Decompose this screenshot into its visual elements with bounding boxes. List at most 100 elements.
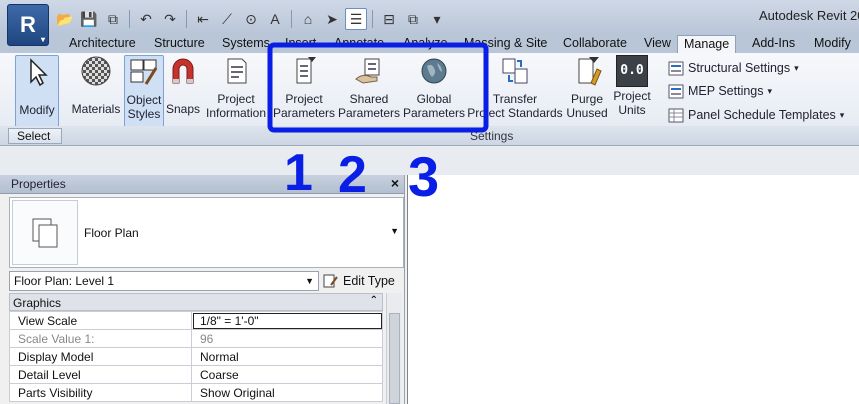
structural-settings-button[interactable]: Structural Settings ▾ [668,59,799,77]
property-name: Parts Visibility [9,383,192,402]
materials-sphere-icon [81,56,111,86]
property-row: Scale Value 1: 96 [9,329,383,348]
project-information-icon [227,58,247,84]
property-value[interactable]: Normal [191,347,383,366]
sync-icon[interactable]: ⧉ [102,8,124,30]
panel-schedule-icon [668,108,684,122]
property-value[interactable]: Show Original [191,383,383,402]
tab-insert[interactable]: Insert [279,35,322,53]
tab-modify[interactable]: Modify [808,35,857,53]
tab-massing-site[interactable]: Massing & Site [458,35,553,53]
property-value: 96 [191,329,383,348]
collapse-icon[interactable]: ⌃ [370,295,378,306]
customize-qat-icon[interactable]: ▾ [426,8,448,30]
app-letter: R [20,12,36,37]
instance-row: Floor Plan: Level 1 ▼ Edit Type [9,271,404,291]
properties-scrollbar[interactable] [386,293,402,404]
tab-architecture[interactable]: Architecture [63,35,142,53]
properties-header: Properties × [0,175,404,194]
3d-view-icon[interactable]: ⌂ [297,8,319,30]
property-value[interactable]: Coarse [191,365,383,384]
options-bar [0,147,859,175]
edit-type-button[interactable]: Edit Type [323,271,395,291]
toolbar-separator [129,10,130,28]
ribbon-panel-manage: Modify Materials Object Styles Snaps Pro… [0,53,859,130]
switch-windows-icon[interactable]: ⧉ [402,8,424,30]
ribbon-panel-labels: Select ▾ Settings [0,126,859,156]
redo-icon[interactable]: ↷ [159,8,181,30]
global-parameters-button[interactable]: Global Parameters [402,55,466,127]
property-row: Display Model Normal [9,347,383,366]
type-name: Floor Plan [84,226,139,240]
section-icon[interactable]: ➤ [321,8,343,30]
tab-systems[interactable]: Systems [216,35,276,53]
units-icon: 0.0 [616,55,648,87]
tab-manage[interactable]: Manage [677,35,737,53]
toolbar-separator [291,10,292,28]
structural-settings-icon [668,61,684,75]
property-name: Detail Level [9,365,192,384]
tag-icon[interactable]: ⊙ [240,8,262,30]
chevron-down-icon: ▾ [839,109,845,120]
modify-button[interactable]: Modify [15,55,59,127]
floor-plan-thumbnail [12,200,78,265]
transfer-project-standards-button[interactable]: Transfer Project Standards [467,55,563,127]
property-row: Parts Visibility Show Original [9,383,383,402]
cursor-arrow-icon [30,58,48,87]
mep-settings-icon [668,84,684,98]
properties-table: View Scale 1/8" = 1'-0" Scale Value 1: 96 Di… [9,311,383,402]
select-panel-dropdown[interactable]: Select ▾ [8,128,62,156]
property-value[interactable]: 1/8" = 1'-0" [191,311,383,330]
property-name: Scale Value 1: [9,329,192,348]
close-hidden-icon[interactable]: ⊟ [378,8,400,30]
purge-icon [578,57,602,86]
title-bar: R ▾ 📂💾⧉↶↷⇤⟋⊙A⌂➤☰⊟⧉▾ Autodesk Revit 201 [0,0,859,46]
globe-icon [421,58,447,84]
materials-button[interactable]: Materials [69,55,123,127]
section-header-graphics[interactable]: Graphics ⌃ [9,293,383,311]
project-parameters-button[interactable]: Project Parameters [272,55,336,127]
property-name: View Scale [9,311,192,330]
settings-panel-label: Settings [470,129,514,143]
project-information-button[interactable]: Project Information [203,55,269,127]
object-styles-button[interactable]: Object Styles [124,55,164,127]
thin-lines-icon[interactable]: ☰ [345,8,367,30]
dimension-icon[interactable]: ⟋ [216,8,238,30]
tab-structure[interactable]: Structure [148,35,211,53]
magnet-icon [172,58,194,84]
shared-parameters-icon [355,58,380,84]
tab-add-ins[interactable]: Add-Ins [746,35,801,53]
drawing-canvas[interactable] [407,175,859,404]
close-icon[interactable]: × [391,175,399,191]
properties-title: Properties [11,177,66,191]
tab-collaborate[interactable]: Collaborate [557,35,633,53]
open-icon[interactable]: 📂 [54,8,76,30]
transfer-standards-icon [502,58,528,84]
mep-settings-button[interactable]: MEP Settings ▾ [668,82,772,100]
text-icon[interactable]: A [264,8,286,30]
chevron-down-icon: ▼ [305,276,314,286]
property-row: View Scale 1/8" = 1'-0" [9,311,383,330]
type-selector[interactable]: Floor Plan ▼ [9,197,404,268]
shared-parameters-button[interactable]: Shared Parameters [337,55,401,127]
tab-analyze[interactable]: Analyze [397,35,453,53]
project-units-button[interactable]: 0.0 Project Units [610,55,654,127]
snaps-button[interactable]: Snaps [165,55,201,127]
application-menu-button[interactable]: R ▾ [7,4,49,46]
panel-schedule-templates-button[interactable]: Panel Schedule Templates ▾ [668,106,844,124]
purge-unused-button[interactable]: Purge Unused [564,55,610,127]
properties-palette: Properties × Floor Plan ▼ Floor Plan: Le… [0,175,405,404]
tab-view[interactable]: View [638,35,677,53]
quick-access-toolbar: 📂 💾 ⧉ ↶ ↷ ⇤ ⟋ ⊙ A ⌂ ➤ ☰ ⊟ ⧉ ▾ [54,7,448,31]
scrollbar-thumb[interactable] [389,313,400,404]
tab-annotate[interactable]: Annotate [328,35,390,53]
property-row: Detail Level Coarse [9,365,383,384]
property-name: Display Model [9,347,192,366]
chevron-down-icon: ▾ [767,85,773,96]
instance-filter-dropdown[interactable]: Floor Plan: Level 1 ▼ [9,271,319,291]
undo-icon[interactable]: ↶ [135,8,157,30]
save-icon[interactable]: 💾 [78,8,100,30]
chevron-down-icon: ▾ [794,62,799,73]
measure-icon[interactable]: ⇤ [192,8,214,30]
floor-plan-icon [32,218,58,248]
